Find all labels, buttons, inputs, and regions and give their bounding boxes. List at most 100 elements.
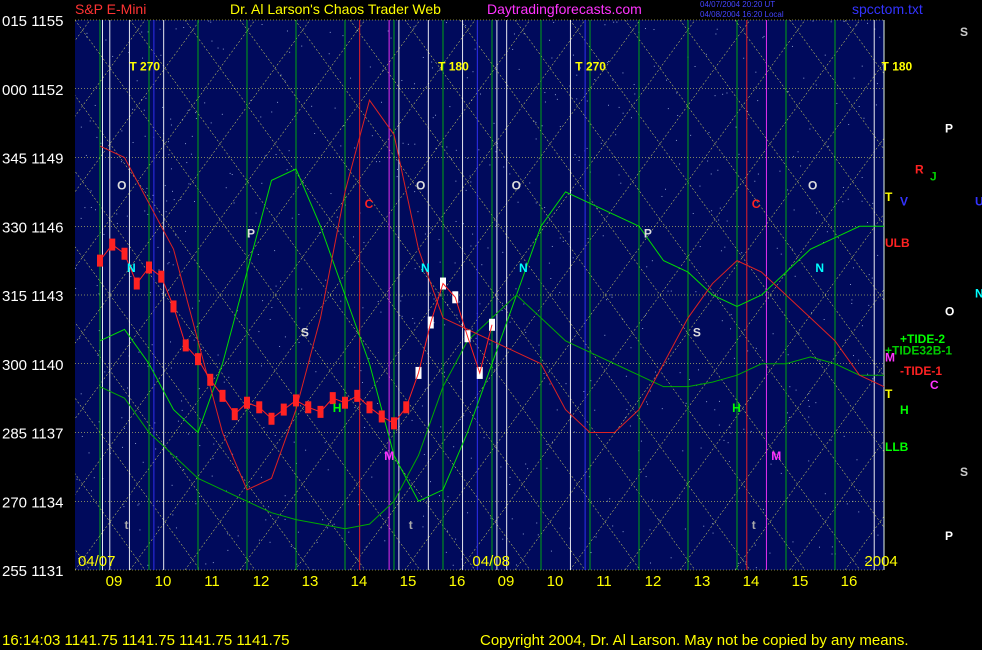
star — [877, 254, 879, 256]
star — [330, 193, 332, 195]
star — [221, 113, 223, 115]
star — [413, 26, 415, 28]
right-label: J — [930, 169, 937, 183]
star — [726, 220, 728, 222]
chart-label: C — [752, 197, 761, 211]
star — [79, 337, 81, 339]
star — [710, 173, 712, 175]
star — [803, 77, 805, 79]
chart-label: N — [815, 261, 824, 275]
star — [431, 61, 433, 63]
star — [550, 550, 552, 552]
chart-label: t — [125, 518, 129, 532]
right-label: S — [960, 25, 968, 39]
chart: T 270 T 180 T 270 T 180 O O O O P P S S C C N N N N M M H Ht t… — [2, 13, 982, 590]
star — [595, 536, 597, 538]
star — [334, 107, 336, 109]
star — [260, 116, 262, 118]
right-label: +TIDE32B-1 — [885, 344, 952, 358]
star — [369, 66, 371, 68]
star — [116, 213, 118, 215]
star — [445, 22, 447, 24]
star — [198, 300, 200, 302]
star — [90, 206, 92, 208]
star — [402, 142, 404, 144]
star — [824, 54, 826, 56]
star — [684, 528, 686, 530]
timestamp-local: 04/08/2004 16:20 Local — [700, 10, 784, 19]
star — [556, 409, 558, 411]
star — [509, 173, 511, 175]
star — [809, 128, 811, 130]
x-tick-label: 12 — [645, 573, 662, 590]
star — [181, 409, 183, 411]
site-url[interactable]: Daytradingforecasts.com — [487, 1, 642, 17]
star — [463, 415, 465, 417]
star — [823, 318, 825, 320]
star — [212, 562, 214, 564]
star — [875, 104, 877, 106]
star — [729, 426, 731, 428]
star — [314, 132, 316, 134]
star — [268, 506, 270, 508]
star — [366, 157, 368, 159]
star — [720, 250, 722, 252]
star — [170, 118, 172, 120]
star — [562, 240, 564, 242]
star — [863, 117, 865, 119]
right-label: H — [900, 403, 909, 417]
star — [75, 267, 77, 269]
y-tick-label: 330 1146 — [2, 219, 63, 236]
star — [608, 60, 610, 62]
right-label: ULB — [885, 236, 910, 250]
star — [190, 153, 192, 155]
star — [375, 161, 377, 163]
star — [271, 111, 273, 113]
star — [465, 25, 467, 27]
star — [609, 498, 611, 500]
star — [650, 562, 652, 564]
star — [324, 442, 326, 444]
star — [199, 445, 201, 447]
star — [169, 251, 171, 253]
star — [121, 130, 123, 132]
star — [279, 345, 281, 347]
star — [877, 534, 879, 536]
star — [472, 71, 474, 73]
x-tick-label: 11 — [204, 573, 220, 590]
star — [757, 173, 759, 175]
star — [600, 142, 602, 144]
star — [861, 325, 863, 327]
star — [239, 361, 241, 363]
x-tick-label: 12 — [253, 573, 270, 590]
star — [414, 191, 416, 193]
star — [523, 303, 525, 305]
star — [695, 291, 697, 293]
star — [86, 32, 88, 34]
star — [708, 132, 710, 134]
star — [438, 495, 440, 497]
star — [224, 434, 226, 436]
star — [223, 381, 225, 383]
star — [787, 354, 789, 356]
star — [755, 71, 757, 73]
star — [861, 177, 863, 179]
star — [762, 508, 764, 510]
star — [414, 83, 416, 85]
star — [475, 337, 477, 339]
star — [548, 262, 550, 264]
star — [456, 314, 458, 316]
star — [780, 253, 782, 255]
star — [738, 153, 740, 155]
star — [121, 417, 123, 419]
star — [354, 366, 356, 368]
star — [172, 514, 174, 516]
star — [655, 371, 657, 373]
star — [850, 284, 852, 286]
star — [211, 475, 213, 477]
star — [296, 563, 298, 565]
star — [139, 529, 141, 531]
star — [126, 215, 128, 217]
star — [470, 457, 472, 459]
star — [879, 36, 881, 38]
